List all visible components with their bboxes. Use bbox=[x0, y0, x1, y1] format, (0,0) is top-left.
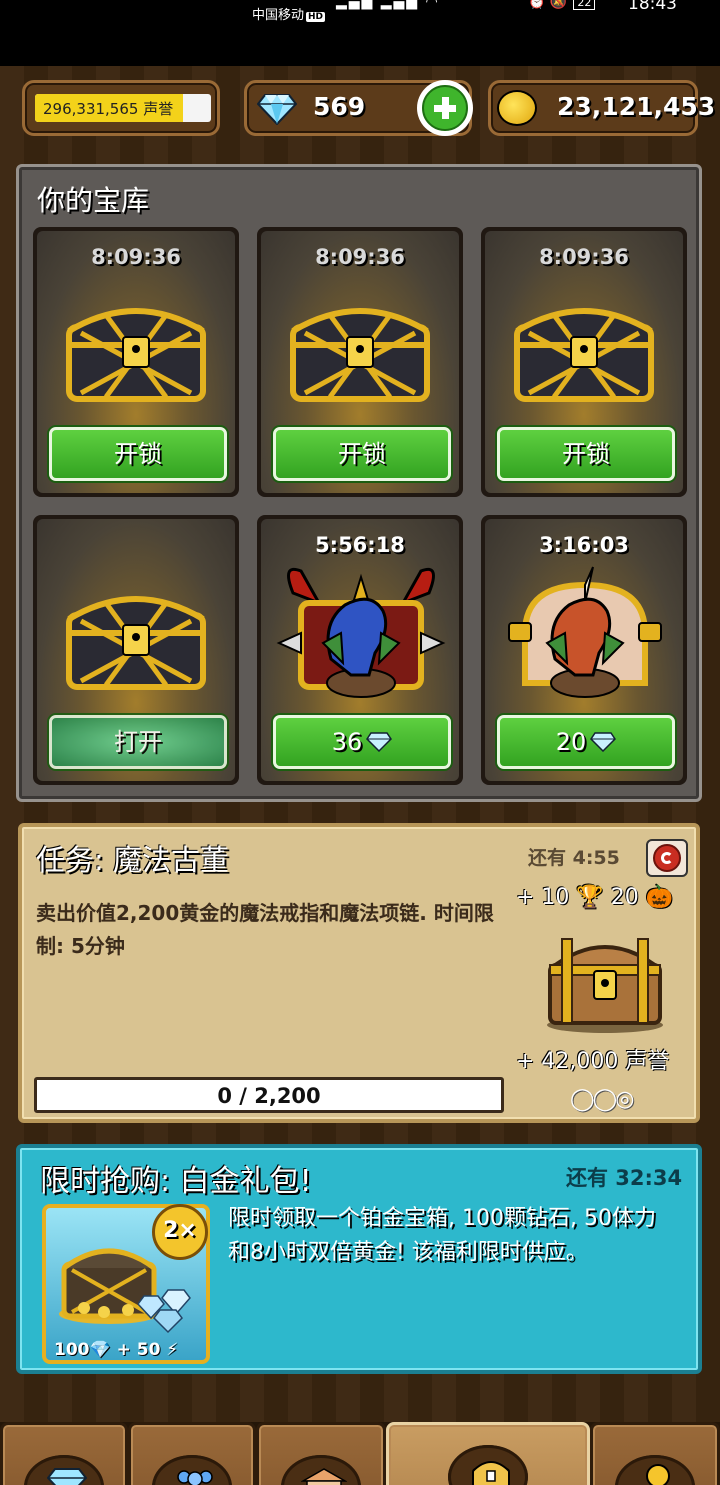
buy-gems-button[interactable] bbox=[417, 80, 473, 136]
refresh-quest-button[interactable] bbox=[646, 839, 688, 877]
open-button[interactable]: 打开 bbox=[49, 715, 227, 769]
vault-slot-5[interactable]: 5:56:18 36 bbox=[257, 515, 463, 785]
people-icon bbox=[177, 1470, 213, 1485]
quest-reward-reputation: + 42,000 声誉 bbox=[516, 1049, 670, 1074]
nav-tab-social[interactable] bbox=[128, 1422, 256, 1485]
locked-chest-icon bbox=[290, 308, 430, 402]
gold-count: 23,121,453 bbox=[557, 92, 716, 121]
quest-stage-dots: ◯◯◎ bbox=[570, 1087, 634, 1112]
quest-description: 卖出价值2,200黄金的魔法戒指和魔法项链. 时间限制: 5分钟 bbox=[36, 901, 494, 958]
flash-sale-panel[interactable]: 限时抢购: 白金礼包! 还有 32:34 2× 100💎 + 50 ⚡ 限时领取… bbox=[16, 1144, 702, 1374]
diamond-pile-icon bbox=[138, 1289, 191, 1334]
vault-slot-2[interactable]: 8:09:36 开锁 bbox=[257, 227, 463, 497]
speedup-gem-button[interactable]: 20 bbox=[497, 715, 675, 769]
nav-tab-shop[interactable] bbox=[256, 1422, 386, 1485]
diamond-icon bbox=[257, 94, 297, 125]
quest-progress-text: 0 / 2,200 bbox=[217, 1084, 321, 1108]
reputation-progress: 296,331,565 声誉 bbox=[35, 94, 211, 122]
refresh-icon bbox=[661, 852, 673, 864]
unlock-button[interactable]: 开锁 bbox=[49, 427, 227, 481]
shop-icon bbox=[301, 1468, 347, 1485]
gem-icon bbox=[47, 1468, 87, 1485]
gold-counter: 23,121,453 bbox=[488, 80, 715, 136]
slot-timer: 8:09:36 bbox=[91, 245, 181, 269]
quest-time-left: 还有 4:55 bbox=[528, 847, 620, 869]
slot-timer: 3:16:03 bbox=[539, 533, 629, 557]
slot-timer: 8:09:36 bbox=[539, 245, 629, 269]
nav-tab-quests[interactable]: 任务 bbox=[386, 1422, 590, 1485]
flash-sale-description: 限时领取一个铂金宝箱, 100颗钻石, 50体力和8小时双倍黄金! 该福利限时供… bbox=[228, 1206, 656, 1265]
status-icons: ⏰ 🔕 22 bbox=[528, 0, 601, 10]
quest-reward-items: + 10 🏆 20 🎃 bbox=[516, 885, 674, 910]
vault-panel: 你的宝库 8:09:36 开锁 8:09:36 开锁 8:09:36 开锁 打开… bbox=[16, 164, 702, 802]
locked-chest-icon bbox=[66, 308, 206, 402]
reputation-bar: 296,331,565 声誉 bbox=[22, 80, 220, 136]
quest-progress-bar: 0 / 2,200 bbox=[34, 1077, 504, 1113]
hd-badge: HD bbox=[306, 12, 326, 22]
battery-icon: 22 bbox=[573, 0, 596, 10]
status-bar: 中国移动 HD ▂▄▆ ▂▄▆ ◠ ⏰ 🔕 22 18:43 bbox=[0, 0, 720, 66]
platinum-pack-card[interactable]: 2× 100💎 + 50 ⚡ bbox=[42, 1204, 210, 1364]
vault-slot-3[interactable]: 8:09:36 开锁 bbox=[481, 227, 687, 497]
nav-tab-achievements[interactable] bbox=[590, 1422, 720, 1485]
reputation-value: 296,331,565 声誉 bbox=[43, 100, 174, 118]
vault-slot-6[interactable]: 3:16:03 20 bbox=[481, 515, 687, 785]
unlock-button[interactable]: 开锁 bbox=[497, 427, 675, 481]
demon-chest-icon bbox=[276, 567, 446, 698]
gold-coin-icon bbox=[497, 90, 537, 126]
unlock-button[interactable]: 开锁 bbox=[273, 427, 451, 481]
gem-cost: 20 bbox=[555, 728, 587, 756]
wooden-chest-icon bbox=[547, 938, 663, 1033]
double-gold-badge: 2× bbox=[152, 1204, 208, 1260]
quest-panel[interactable]: 任务: 魔法古董 还有 4:55 卖出价值2,200黄金的魔法戒指和魔法项链. … bbox=[18, 823, 700, 1123]
signal-icon: ▂▄▆ ▂▄▆ ◠ bbox=[336, 0, 440, 10]
medal-icon bbox=[646, 1464, 670, 1485]
vault-slot-4[interactable]: 打开 bbox=[33, 515, 239, 785]
vault-slot-1[interactable]: 8:09:36 开锁 bbox=[33, 227, 239, 497]
locked-chest-icon bbox=[514, 308, 654, 402]
gem-count: 569 bbox=[313, 92, 366, 121]
flash-sale-title: 限时抢购: 白金礼包! bbox=[40, 1164, 312, 1199]
slot-timer: 5:56:18 bbox=[315, 533, 405, 557]
game-screen: 296,331,565 声誉 569 23,121,453 你的宝库 8:09:… bbox=[0, 66, 720, 1485]
pack-contents: 100💎 + 50 ⚡ bbox=[54, 1340, 179, 1360]
slot-timer: 8:09:36 bbox=[315, 245, 405, 269]
gem-counter: 569 bbox=[244, 80, 473, 136]
bottom-nav: 任务 bbox=[0, 1422, 720, 1485]
quest-title: 任务: 魔法古董 bbox=[36, 843, 229, 877]
diamond-icon bbox=[366, 732, 393, 752]
vault-title: 你的宝库 bbox=[37, 184, 150, 217]
gem-cost: 36 bbox=[331, 728, 363, 756]
diamond-icon bbox=[590, 732, 617, 752]
carrier-label: 中国移动 HD bbox=[252, 8, 326, 23]
clock: 18:43 bbox=[628, 0, 677, 14]
locked-chest-icon bbox=[66, 596, 206, 690]
unicorn-chest-icon bbox=[508, 566, 662, 698]
speedup-gem-button[interactable]: 36 bbox=[273, 715, 451, 769]
flash-sale-time-left: 还有 32:34 bbox=[566, 1166, 683, 1190]
chest-icon bbox=[472, 1461, 510, 1485]
nav-tab-gems[interactable] bbox=[0, 1422, 128, 1485]
